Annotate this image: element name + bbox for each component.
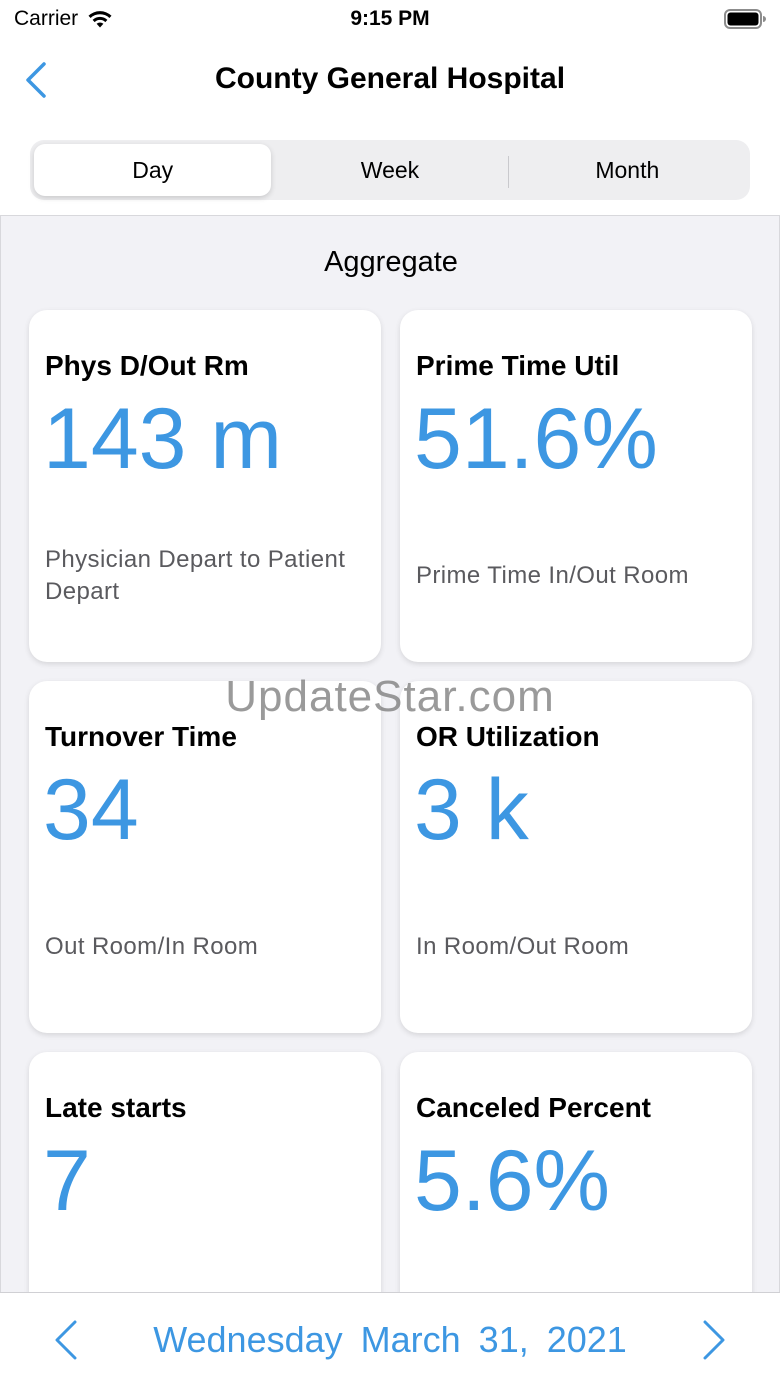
segment-week[interactable]: Week [271,144,509,196]
date-navigation-bar: Wednesday March 31, 2021 [0,1292,780,1387]
section-title: Aggregate [324,246,458,278]
page-title: County General Hospital [214,62,566,95]
navigation-bar: County General Hospital [0,40,780,128]
metric-card-late-starts[interactable]: Late starts 7 [29,1052,381,1292]
metric-value: 3 k [414,762,529,858]
metric-title: OR Utilization [416,721,600,752]
status-bar: Carrier 9:15 PM [0,0,780,40]
status-time: 9:15 PM [350,7,430,30]
metric-value: 34 [43,762,139,858]
metric-description: Physician Depart to Patient Depart [45,546,346,606]
metric-title: Turnover Time [45,721,237,752]
metric-title: Late starts [45,1092,187,1123]
metric-value: 7 [43,1133,91,1229]
metric-value: 143 m [43,391,283,487]
metrics-scroll-area[interactable]: Aggregate Phys D/Out Rm 143 m Physician … [0,215,780,1292]
current-date-label[interactable]: Wednesday March 31, 2021 [0,1319,780,1361]
segment-day[interactable]: Day [34,144,272,196]
metric-value: 51.6% [414,391,658,487]
next-date-button[interactable] [694,1313,734,1367]
metric-card-phys-dout-rm[interactable]: Phys D/Out Rm 143 m Physician Depart to … [29,310,381,662]
battery-icon [724,9,766,29]
metric-description: Out Room/In Room [45,933,259,960]
segment-day-label: Day [132,156,174,183]
metric-card-prime-time-util[interactable]: Prime Time Util 51.6% Prime Time In/Out … [400,310,752,662]
segment-month-label: Month [595,156,660,183]
metric-title: Phys D/Out Rm [45,350,249,381]
segment-month[interactable]: Month [509,144,746,196]
metric-title: Prime Time Util [416,350,620,381]
metric-card-or-utilization[interactable]: OR Utilization 3 k In Room/Out Room [400,681,752,1033]
period-segmented-control: Day Week Month [30,140,750,200]
metric-value: 5.6% [414,1133,611,1229]
metric-description: Prime Time In/Out Room [416,562,689,589]
metric-card-canceled-percent[interactable]: Canceled Percent 5.6% [400,1052,752,1292]
metric-description: In Room/Out Room [416,933,630,960]
chevron-right-icon [703,1320,725,1360]
metric-title: Canceled Percent [416,1092,651,1123]
segment-week-label: Week [360,156,420,183]
metric-card-turnover-time[interactable]: Turnover Time 34 Out Room/In Room [29,681,381,1033]
